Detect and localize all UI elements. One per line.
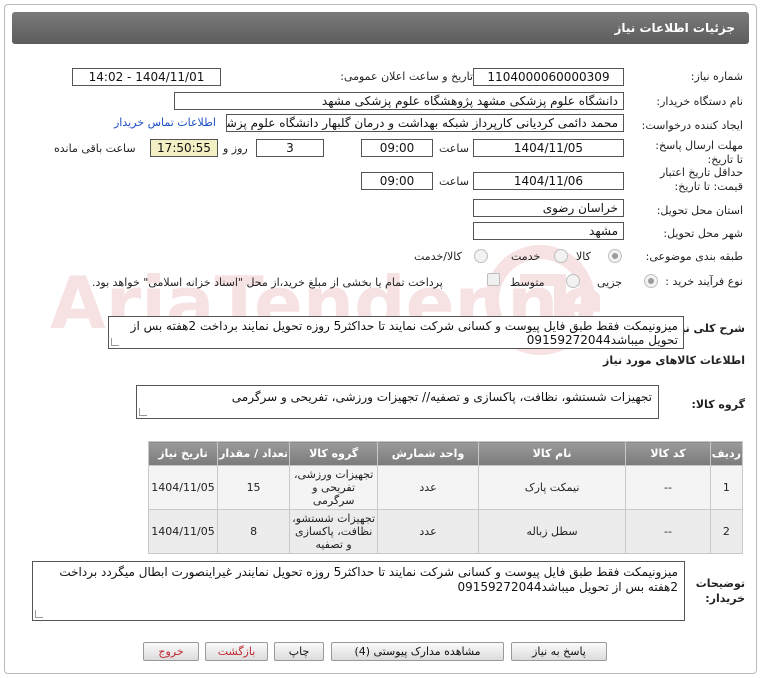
validity-date-field: 1404/11/06 <box>473 172 624 190</box>
treasury-payment-text: پرداخت تمام یا بخشی از مبلغ خرید،از محل … <box>92 276 443 289</box>
exit-button[interactable]: خروج <box>143 642 199 661</box>
province-label: استان محل تحویل: <box>656 204 743 217</box>
goods-table: ردیف کد کالا نام کالا واحد شمارش گروه کا… <box>147 441 744 554</box>
deadline-time-field: 09:00 <box>361 139 433 157</box>
category-radio-goods[interactable] <box>608 249 622 263</box>
row-index: 2 <box>709 509 744 554</box>
city-field: مشهد <box>473 222 624 240</box>
col-date: تاریخ نیاز <box>147 441 219 466</box>
col-group: گروه کالا <box>289 441 379 466</box>
back-button[interactable]: بازگشت <box>205 642 268 661</box>
row-qty: 8 <box>217 509 291 554</box>
row-qty: 15 <box>217 465 291 510</box>
row-code: -- <box>625 509 711 554</box>
reply-button[interactable]: پاسخ به نیاز <box>511 642 607 661</box>
category-label: طبقه بندی موضوعی: <box>645 250 743 263</box>
goods-group-field: تجهیزات شستشو، نظافت، پاکسازی و تصفیه// … <box>136 385 659 419</box>
page-title: جزئیات اطلاعات نیاز <box>614 21 735 35</box>
category-radio-goods-service[interactable] <box>474 249 488 263</box>
goods-group-text: تجهیزات شستشو، نظافت، پاکسازی و تصفیه// … <box>231 390 652 404</box>
contact-info-link[interactable]: اطلاعات تماس خریدار <box>114 116 216 129</box>
announce-label: تاریخ و ساعت اعلان عمومی: <box>340 70 473 83</box>
resize-grip-icon[interactable] <box>35 610 43 618</box>
category-option-goods: کالا <box>576 250 591 263</box>
deadline-date-field: 1404/11/05 <box>473 139 624 157</box>
row-date: 1404/11/05 <box>147 509 219 554</box>
treasury-checkbox[interactable] <box>487 273 500 286</box>
deadline-time-label: ساعت <box>439 142 469 155</box>
requester-label: ایجاد کننده درخواست: <box>641 119 743 132</box>
print-button[interactable]: چاپ <box>274 642 324 661</box>
table-row[interactable]: 2 -- سطل زباله عدد تجهیزات شستشو، نظافت،… <box>147 509 744 554</box>
buyer-notes-label: توضیحات خریدار: <box>695 577 745 605</box>
remaining-time-field: 17:50:55 <box>150 139 218 157</box>
row-group: تجهیزات ورزشی، تفریحی و سرگرمی <box>289 465 379 510</box>
row-unit: عدد <box>377 465 479 510</box>
process-radio-minor[interactable] <box>644 274 658 288</box>
process-label: نوع فرآیند خرید : <box>665 275 743 288</box>
validity-time-label: ساعت <box>439 175 469 188</box>
row-group: تجهیزات شستشو، نظافت، پاکسازی و تصفیه <box>289 509 379 554</box>
resize-grip-icon[interactable] <box>139 408 147 416</box>
process-option-medium: متوسط <box>510 276 545 289</box>
goods-group-label: گروه کالا: <box>691 398 745 411</box>
row-name: نیمکت پارک <box>477 465 627 510</box>
description-text: میزونیمکت فقط طبق فایل پیوست و کسانی شرک… <box>130 319 678 347</box>
validity-label: حداقل تاریخ اعتبار قیمت: تا تاریخ: <box>659 166 743 193</box>
row-name: سطل زباله <box>477 509 627 554</box>
category-option-goods-service: کالا/خدمت <box>414 250 462 263</box>
col-name: نام کالا <box>477 441 627 466</box>
days-field: 3 <box>256 139 324 157</box>
row-date: 1404/11/05 <box>147 465 219 510</box>
announce-field: 1404/11/01 - 14:02 <box>72 68 221 86</box>
goods-table-header: ردیف کد کالا نام کالا واحد شمارش گروه کا… <box>147 441 744 466</box>
need-number-field: 1104000060000309 <box>473 68 624 86</box>
description-field: میزونیمکت فقط طبق فایل پیوست و کسانی شرک… <box>108 316 684 349</box>
category-option-service: خدمت <box>511 250 541 263</box>
province-field: خراسان رضوی <box>473 199 624 217</box>
row-index: 1 <box>709 465 744 510</box>
buyer-notes-field: میزونیمکت فقط طبق فایل پیوست و کسانی شرک… <box>32 561 685 621</box>
col-index: ردیف <box>709 441 744 466</box>
buyer-field: دانشگاه علوم پزشکی مشهد پژوهشگاه علوم پز… <box>174 92 624 110</box>
validity-time-field: 09:00 <box>361 172 433 190</box>
page-header: جزئیات اطلاعات نیاز <box>12 12 749 44</box>
row-unit: عدد <box>377 509 479 554</box>
requester-field: محمد دائمی کردیانی کارپرداز شبکه بهداشت … <box>226 114 624 132</box>
need-number-label: شماره نیاز: <box>690 70 743 83</box>
resize-grip-icon[interactable] <box>111 338 119 346</box>
goods-section-title: اطلاعات کالاهای مورد نیاز <box>603 354 745 367</box>
days-label: روز و <box>223 142 248 155</box>
col-code: کد کالا <box>625 441 711 466</box>
process-radio-medium[interactable] <box>566 274 580 288</box>
row-code: -- <box>625 465 711 510</box>
attachments-button[interactable]: مشاهده مدارک پیوستی (4) <box>331 642 504 661</box>
buyer-notes-text: میزونیمکت فقط طبق فایل پیوست و کسانی شرک… <box>59 565 678 594</box>
col-unit: واحد شمارش <box>377 441 479 466</box>
table-row[interactable]: 1 -- نیمکت پارک عدد تجهیزات ورزشی، تفریح… <box>147 465 744 510</box>
buyer-label: نام دستگاه خریدار: <box>656 95 743 108</box>
process-option-minor: جزیی <box>597 276 623 289</box>
remaining-label: ساعت باقی مانده <box>54 142 136 155</box>
deadline-label: مهلت ارسال پاسخ: تا تاریخ: <box>655 139 743 166</box>
city-label: شهر محل تحویل: <box>663 227 743 240</box>
col-qty: تعداد / مقدار <box>217 441 291 466</box>
category-radio-service[interactable] <box>554 249 568 263</box>
